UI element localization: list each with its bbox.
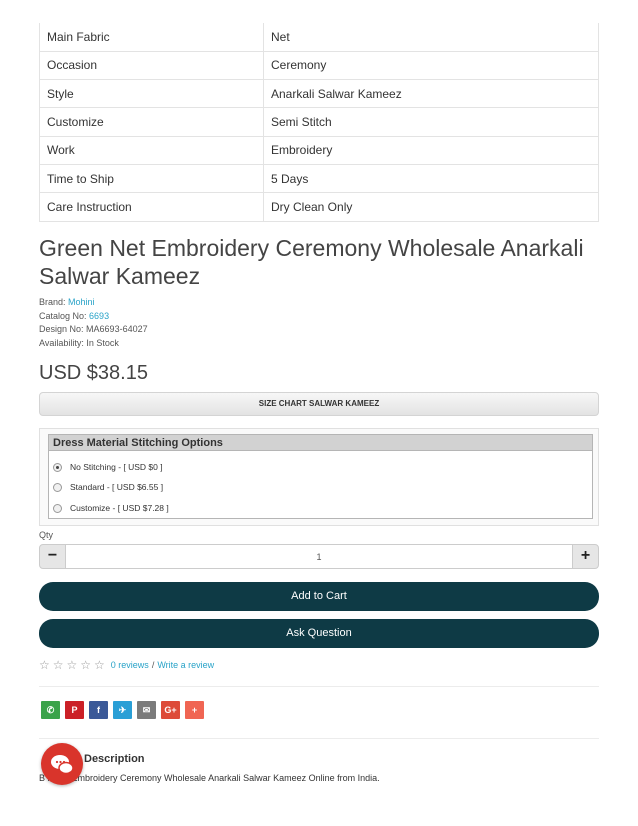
- product-title: Green Net Embroidery Ceremony Wholesale …: [39, 235, 584, 289]
- stitching-option[interactable]: Customize - [ USD $7.28 ]: [53, 503, 169, 513]
- quantity-input[interactable]: 1: [66, 544, 572, 569]
- stitching-option-label: Standard - [ USD $6.55 ]: [70, 482, 164, 492]
- review-summary: ☆☆☆☆☆ 0 reviews / Write a review: [39, 658, 214, 672]
- quantity-decrease-button[interactable]: −: [39, 544, 66, 569]
- description-text: B n Net Embroidery Ceremony Wholesale An…: [39, 773, 380, 783]
- catalog-link[interactable]: 6693: [89, 311, 109, 321]
- google-plus-icon[interactable]: G+: [161, 701, 180, 719]
- stitching-option[interactable]: Standard - [ USD $6.55 ]: [53, 482, 163, 492]
- twitter-icon[interactable]: ✈: [113, 701, 132, 719]
- brand-row: Brand: Mohini: [39, 296, 148, 310]
- spec-label: Occasion: [39, 50, 264, 81]
- radio-button[interactable]: [53, 503, 62, 513]
- stitching-option[interactable]: No Stitching - [ USD $0 ]: [53, 462, 163, 472]
- rating-stars: ☆☆☆☆☆: [39, 658, 108, 672]
- spec-value: Embroidery: [263, 135, 599, 165]
- stitching-option-label: No Stitching - [ USD $0 ]: [70, 462, 163, 472]
- brand-label: Brand:: [39, 297, 66, 307]
- product-meta: Brand: Mohini Catalog No: 6693 Design No…: [39, 296, 148, 350]
- reviews-link[interactable]: 0 reviews: [111, 660, 149, 670]
- facebook-icon[interactable]: f: [89, 701, 108, 719]
- spec-label: Time to Ship: [39, 163, 264, 194]
- design-number: MA6693-64027: [86, 324, 148, 334]
- radio-button[interactable]: [53, 482, 62, 492]
- quantity-stepper: − 1 +: [39, 544, 599, 569]
- spec-row: Style Anarkali Salwar Kameez: [39, 79, 599, 109]
- spec-label: Customize: [39, 107, 264, 137]
- spec-row: Time to Ship 5 Days: [39, 163, 599, 194]
- spec-value: Dry Clean Only: [263, 192, 599, 222]
- review-separator: /: [151, 660, 155, 670]
- more-share-icon[interactable]: +: [185, 701, 204, 719]
- ask-question-button[interactable]: Ask Question: [39, 619, 599, 648]
- stitching-option-label: Customize - [ USD $7.28 ]: [70, 503, 169, 513]
- design-row: Design No: MA6693-64027: [39, 323, 148, 337]
- quantity-label: Qty: [39, 530, 54, 540]
- catalog-row: Catalog No: 6693: [39, 310, 148, 324]
- availability-label: Availability:: [39, 337, 84, 348]
- product-price: USD $38.15: [39, 362, 148, 384]
- availability-row: Availability: In Stock: [39, 337, 148, 351]
- pinterest-icon[interactable]: P: [65, 701, 84, 719]
- spec-label: Style: [39, 79, 264, 109]
- spec-label: Work: [39, 135, 264, 165]
- design-label: Design No:: [39, 324, 84, 334]
- spec-row: Occasion Ceremony: [39, 50, 599, 81]
- chat-icon: [51, 755, 74, 775]
- live-chat-button[interactable]: [41, 743, 83, 785]
- quantity-increase-button[interactable]: +: [572, 544, 599, 569]
- spec-label: Main Fabric: [39, 23, 264, 52]
- stitching-options-box: Dress Material Stitching Options No Stit…: [48, 434, 593, 519]
- brand-link[interactable]: Mohini: [68, 297, 95, 307]
- spec-value: Semi Stitch: [263, 107, 599, 137]
- add-to-cart-button[interactable]: Add to Cart: [39, 582, 599, 611]
- specification-table: Main Fabric Net Occasion Ceremony Style Anark…: [39, 23, 599, 222]
- share-bar: ✆ Pf ✈ ✉ G+ +: [41, 701, 204, 719]
- spec-value: Anarkali Salwar Kameez: [263, 79, 599, 109]
- radio-button[interactable]: [53, 462, 62, 472]
- spec-row: Work Embroidery: [39, 135, 599, 165]
- description-heading: Description: [84, 753, 145, 765]
- divider: [39, 738, 599, 739]
- size-chart-button[interactable]: SIZE CHART SALWAR KAMEEZ: [39, 392, 599, 416]
- stitching-options-panel: Dress Material Stitching Options No Stit…: [39, 428, 599, 526]
- catalog-label: Catalog No:: [39, 310, 87, 321]
- whatsapp-icon[interactable]: ✆: [41, 701, 60, 719]
- spec-value: Net: [263, 23, 599, 52]
- spec-row: Customize Semi Stitch: [39, 107, 599, 137]
- spec-label: Care Instruction: [39, 192, 264, 222]
- stitching-options-heading: Dress Material Stitching Options: [49, 435, 592, 451]
- email-icon[interactable]: ✉: [137, 701, 156, 719]
- write-review-link[interactable]: Write a review: [157, 660, 214, 670]
- divider: [39, 686, 599, 687]
- availability-status: In Stock: [86, 337, 119, 348]
- spec-row: Care Instruction Dry Clean Only: [39, 192, 599, 222]
- spec-row: Main Fabric Net: [39, 23, 599, 52]
- spec-value: Ceremony: [263, 50, 599, 81]
- spec-value: 5 Days: [263, 163, 599, 194]
